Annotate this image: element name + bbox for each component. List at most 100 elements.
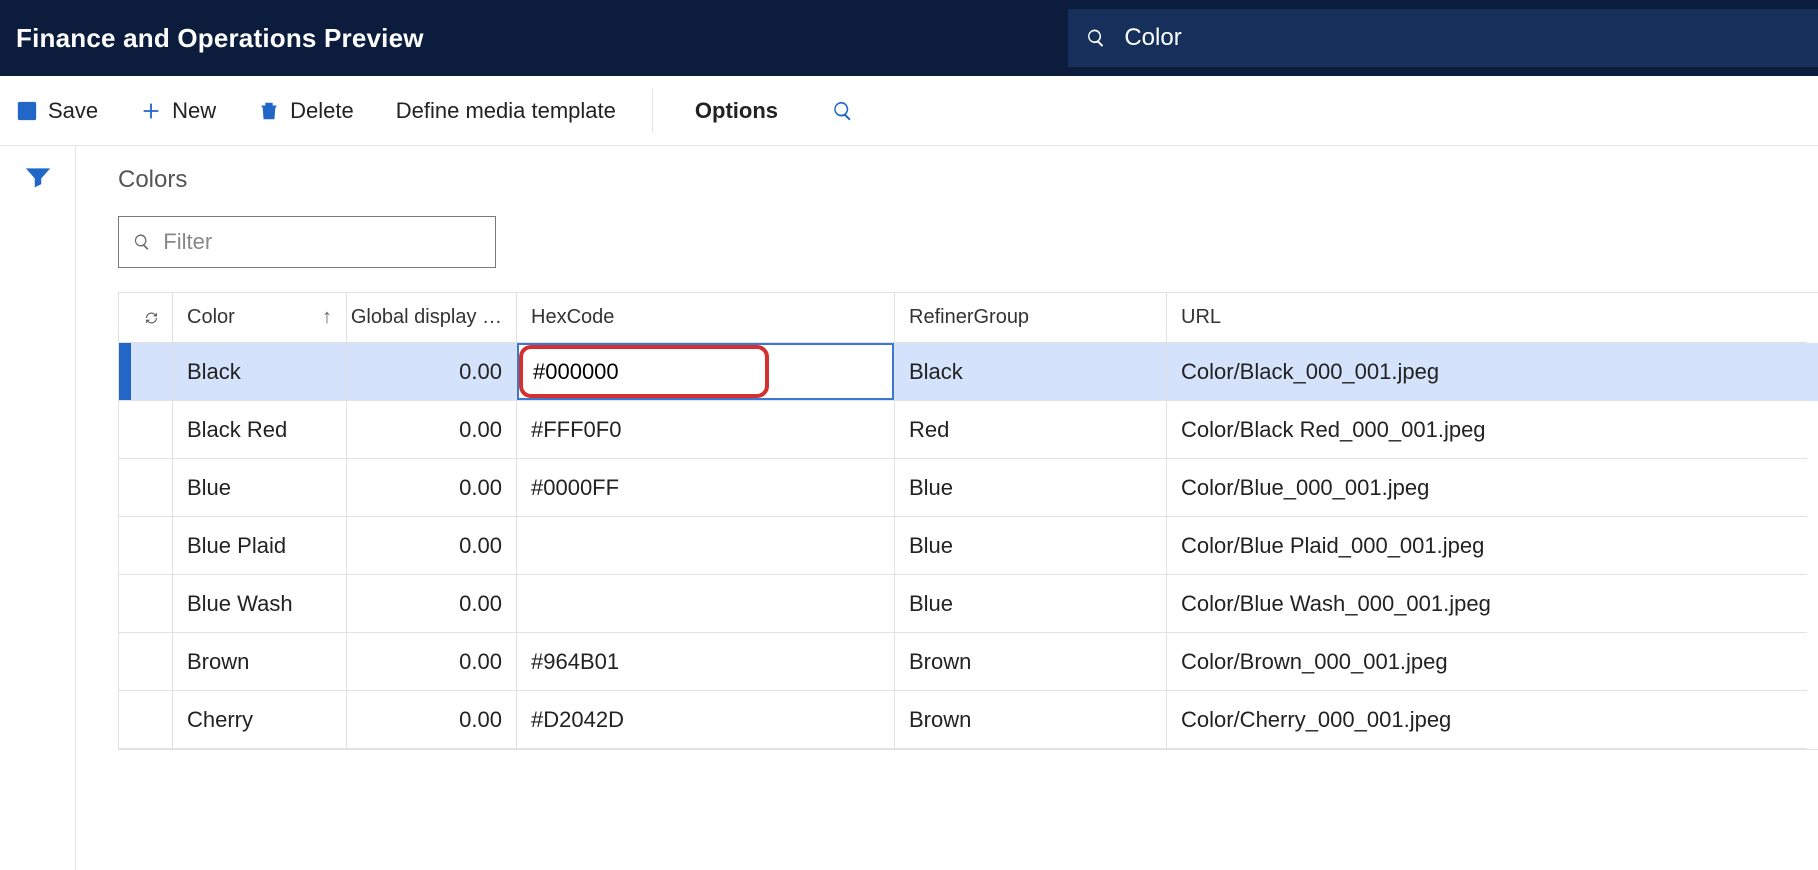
search-icon: [133, 232, 151, 252]
row-marker: [119, 401, 131, 459]
col-header-refinergroup[interactable]: RefinerGroup: [895, 293, 1167, 343]
cell-global-display[interactable]: 0.00: [347, 633, 517, 691]
left-rail: [0, 146, 76, 870]
new-label: New: [172, 98, 216, 124]
col-header-color-label: Color: [187, 306, 235, 329]
cell-color[interactable]: Blue Wash: [173, 575, 347, 633]
options-label: Options: [695, 98, 778, 124]
row-marker: [119, 343, 131, 401]
table-row[interactable]: Black Red0.00#FFF0F0RedColor/Black Red_0…: [119, 401, 1818, 459]
sort-ascending-icon: ↑: [322, 306, 332, 329]
options-button[interactable]: Options: [689, 94, 784, 128]
table-row[interactable]: Cherry0.00#D2042DBrownColor/Cherry_000_0…: [119, 691, 1818, 749]
col-header-url-label: URL: [1181, 306, 1221, 329]
hexcode-editor[interactable]: [517, 343, 894, 400]
cell-hexcode[interactable]: #FFF0F0: [517, 401, 895, 459]
global-search[interactable]: [1068, 9, 1818, 67]
row-selector[interactable]: [131, 401, 173, 459]
colors-grid: Color ↑ Global display … HexCode Refiner…: [118, 292, 1818, 750]
cell-url[interactable]: Color/Cherry_000_001.jpeg: [1167, 691, 1807, 749]
row-selector[interactable]: [131, 691, 173, 749]
table-row[interactable]: Blue Plaid0.00 BlueColor/Blue Plaid_000_0…: [119, 517, 1818, 575]
new-button[interactable]: New: [134, 94, 222, 128]
body: Colors Color ↑ Global display … HexCode …: [0, 146, 1818, 870]
hexcode-input[interactable]: [533, 359, 765, 385]
refresh-button[interactable]: [131, 293, 173, 343]
cell-refinergroup[interactable]: Blue: [895, 575, 1167, 633]
cell-url[interactable]: Color/Black Red_000_001.jpeg: [1167, 401, 1807, 459]
cell-url[interactable]: Color/Blue_000_001.jpeg: [1167, 459, 1807, 517]
content: Colors Color ↑ Global display … HexCode …: [76, 146, 1818, 870]
toolbar-search-icon[interactable]: [832, 100, 854, 122]
section-title: Colors: [118, 166, 1818, 194]
cell-color[interactable]: Blue Plaid: [173, 517, 347, 575]
cell-hexcode[interactable]: [517, 343, 895, 401]
cell-color[interactable]: Brown: [173, 633, 347, 691]
col-header-url[interactable]: URL: [1167, 293, 1807, 343]
cell-url[interactable]: Color/Blue Plaid_000_001.jpeg: [1167, 517, 1807, 575]
cell-url[interactable]: Color/Brown_000_001.jpeg: [1167, 633, 1807, 691]
trash-icon: [258, 100, 280, 122]
cell-refinergroup[interactable]: Blue: [895, 459, 1167, 517]
col-header-color[interactable]: Color ↑: [173, 293, 347, 343]
grid-header: Color ↑ Global display … HexCode Refiner…: [119, 293, 1818, 343]
filter-icon[interactable]: [25, 164, 51, 190]
row-selector[interactable]: [131, 633, 173, 691]
plus-icon: [140, 100, 162, 122]
action-toolbar: Save New Delete Define media template Op…: [0, 76, 1818, 146]
cell-color[interactable]: Black: [173, 343, 347, 401]
cell-global-display[interactable]: 0.00: [347, 575, 517, 633]
cell-global-display[interactable]: 0.00: [347, 691, 517, 749]
app-title: Finance and Operations Preview: [0, 23, 1068, 54]
row-marker: [119, 517, 131, 575]
cell-global-display[interactable]: 0.00: [347, 517, 517, 575]
table-row[interactable]: Brown0.00#964B01BrownColor/Brown_000_001…: [119, 633, 1818, 691]
row-selector[interactable]: [131, 459, 173, 517]
save-button[interactable]: Save: [10, 94, 104, 128]
cell-url[interactable]: Color/Black_000_001.jpeg: [1167, 343, 1807, 401]
cell-refinergroup[interactable]: Blue: [895, 517, 1167, 575]
cell-hexcode[interactable]: #964B01: [517, 633, 895, 691]
delete-button[interactable]: Delete: [252, 94, 360, 128]
col-header-refiner-label: RefinerGroup: [909, 306, 1029, 329]
col-header-display-label: Global display …: [351, 306, 502, 329]
define-media-template-button[interactable]: Define media template: [390, 94, 622, 128]
cell-global-display[interactable]: 0.00: [347, 459, 517, 517]
col-header-hexcode[interactable]: HexCode: [517, 293, 895, 343]
hexcode-highlight: [519, 345, 769, 398]
cell-refinergroup[interactable]: Brown: [895, 691, 1167, 749]
cell-url[interactable]: Color/Blue Wash_000_001.jpeg: [1167, 575, 1807, 633]
row-selector[interactable]: [131, 517, 173, 575]
row-selector[interactable]: [131, 575, 173, 633]
table-row[interactable]: Black0.00BlackColor/Black_000_001.jpeg: [119, 343, 1818, 401]
row-marker: [119, 691, 131, 749]
save-label: Save: [48, 98, 98, 124]
cell-hexcode[interactable]: #D2042D: [517, 691, 895, 749]
table-row[interactable]: Blue0.00#0000FFBlueColor/Blue_000_001.jp…: [119, 459, 1818, 517]
cell-hexcode[interactable]: [517, 575, 895, 633]
global-search-input[interactable]: [1124, 24, 1818, 52]
grid-filter[interactable]: [118, 216, 496, 268]
cell-hexcode[interactable]: [517, 517, 895, 575]
cell-color[interactable]: Cherry: [173, 691, 347, 749]
search-icon: [1086, 27, 1106, 49]
cell-refinergroup[interactable]: Black: [895, 343, 1167, 401]
app-header: Finance and Operations Preview: [0, 0, 1818, 76]
refresh-icon: [145, 308, 158, 328]
col-header-hex-label: HexCode: [531, 306, 614, 329]
cell-color[interactable]: Blue: [173, 459, 347, 517]
row-selector[interactable]: [131, 343, 173, 401]
cell-hexcode[interactable]: #0000FF: [517, 459, 895, 517]
cell-refinergroup[interactable]: Brown: [895, 633, 1167, 691]
cell-refinergroup[interactable]: Red: [895, 401, 1167, 459]
cell-color[interactable]: Black Red: [173, 401, 347, 459]
grid-marker-col: [119, 293, 131, 343]
save-icon: [16, 100, 38, 122]
cell-global-display[interactable]: 0.00: [347, 401, 517, 459]
row-marker: [119, 633, 131, 691]
grid-filter-input[interactable]: [163, 229, 481, 255]
toolbar-divider: [652, 89, 653, 133]
table-row[interactable]: Blue Wash0.00 BlueColor/Blue Wash_000_001…: [119, 575, 1818, 633]
col-header-global-display[interactable]: Global display …: [347, 293, 517, 343]
cell-global-display[interactable]: 0.00: [347, 343, 517, 401]
